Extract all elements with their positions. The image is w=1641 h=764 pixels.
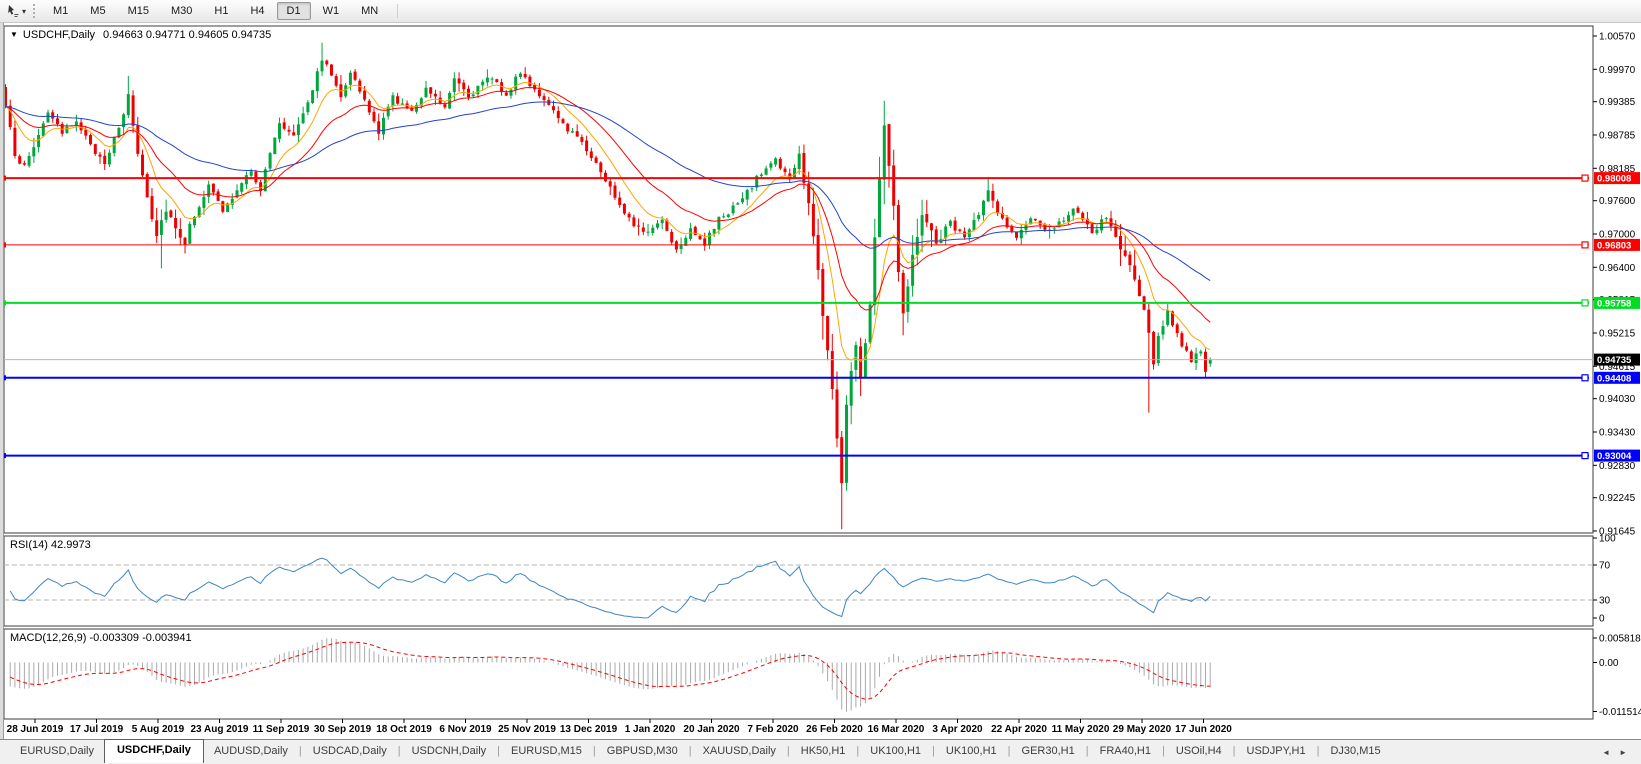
tab-usdjpy-h1[interactable]: USDJPY,H1 <box>1237 740 1316 764</box>
cursor-tool-icon[interactable] <box>4 3 22 19</box>
price-badge-label: 0.94408 <box>1597 373 1631 384</box>
rsi-scale-label: 100 <box>1599 534 1616 545</box>
rsi-scale-label: 30 <box>1599 596 1611 607</box>
chart-tabs: EURUSD,Daily USDCHF,Daily AUDUSD,Daily | USD… <box>0 739 1391 764</box>
date-tick-label: 29 May 2020 <box>1113 724 1172 735</box>
chart-tab-bar: EURUSD,Daily USDCHF,Daily AUDUSD,Daily | USD… <box>0 739 1641 764</box>
hline-right-handle[interactable] <box>1581 452 1589 460</box>
timeframe-button-h4[interactable]: H4 <box>240 2 274 20</box>
tab-usdcnh-daily[interactable]: USDCNH,Daily <box>402 740 497 764</box>
price-tick-label: 0.93430 <box>1599 428 1636 439</box>
tab-eurusd-m15[interactable]: EURUSD,M15 <box>501 740 592 764</box>
date-tick-label: 18 Oct 2019 <box>376 724 432 735</box>
toolbar: ▾ M1 M5 M15 M30 H1 H4 D1 W1 MN <box>0 0 1641 23</box>
price-tick-label: 0.98785 <box>1599 131 1636 142</box>
timeframe-button-w1[interactable]: W1 <box>313 2 350 20</box>
date-tick-label: 11 Sep 2019 <box>253 724 310 735</box>
price-tick-label: 0.96400 <box>1599 263 1636 274</box>
price-tick-label: 0.97000 <box>1599 230 1636 241</box>
rsi-scale-label: 70 <box>1599 561 1611 572</box>
date-tick-label: 25 Nov 2019 <box>498 724 556 735</box>
tab-ger30-h1[interactable]: GER30,H1 <box>1012 740 1085 764</box>
timeframe-button-mn[interactable]: MN <box>351 2 388 20</box>
hline-right-handle[interactable] <box>1581 374 1589 382</box>
tab-xauusd-daily[interactable]: XAUUSD,Daily <box>693 740 786 764</box>
macd-scale-label: 0.005818 <box>1599 634 1641 645</box>
tab-uk100-h1[interactable]: UK100,H1 <box>860 740 931 764</box>
date-tick-label: 3 Apr 2020 <box>932 724 983 735</box>
tab-uk100-h1[interactable]: UK100,H1 <box>936 740 1007 764</box>
tab-hk50-h1[interactable]: HK50,H1 <box>791 740 856 764</box>
date-tick-label: 26 Feb 2020 <box>806 724 863 735</box>
chart-symbol-label: USDCHF,Daily <box>22 29 96 41</box>
timeframe-button-d1[interactable]: D1 <box>276 2 311 20</box>
panel-border <box>3 535 1594 627</box>
rsi-scale-label: 0 <box>1599 614 1605 625</box>
timeframe-buttons: M1 M5 M15 M30 H1 H4 D1 W1 MN <box>42 2 389 20</box>
date-tick-label: 6 Nov 2019 <box>439 724 492 735</box>
date-tick-label: 5 Aug 2019 <box>132 724 185 735</box>
price-tick-label: 0.99385 <box>1599 97 1636 108</box>
chart-ohlc-values: 0.94663 0.94771 0.94605 0.94735 <box>103 29 272 41</box>
price-badge-label: 0.93004 <box>1597 451 1632 462</box>
timeframe-button-h1[interactable]: H1 <box>204 2 238 20</box>
tab-usdcad-daily[interactable]: USDCAD,Daily <box>303 740 397 764</box>
macd-indicator-label: MACD(12,26,9) -0.003309 -0.003941 <box>10 632 192 644</box>
date-tick-label: 17 Jul 2019 <box>70 724 124 735</box>
dropdown-caret-icon[interactable]: ▾ <box>22 7 26 16</box>
hline-right-handle[interactable] <box>1581 174 1589 182</box>
collapse-arrow-icon[interactable]: ▼ <box>10 30 18 39</box>
price-badge-label: 0.95758 <box>1597 298 1631 309</box>
window-left-edge <box>0 22 4 740</box>
date-tick-label: 28 Jun 2019 <box>7 724 64 735</box>
timeframe-button-m30[interactable]: M30 <box>161 2 202 20</box>
timeframe-button-m1[interactable]: M1 <box>43 2 78 20</box>
tab-dj30-m15[interactable]: DJ30,M15 <box>1320 740 1390 764</box>
price-tick-label: 0.92245 <box>1599 493 1636 504</box>
price-badge-label: 0.96803 <box>1597 240 1631 251</box>
tab-usdchf-daily[interactable]: USDCHF,Daily <box>103 739 204 763</box>
date-tick-label: 13 Dec 2019 <box>560 724 618 735</box>
date-tick-label: 1 Jan 2020 <box>625 724 676 735</box>
cursor-arrow-glyph <box>8 5 19 17</box>
timeframe-button-m5[interactable]: M5 <box>80 2 115 20</box>
date-tick-label: 30 Sep 2019 <box>314 724 372 735</box>
rsi-indicator-label: RSI(14) 42.9973 <box>10 539 91 551</box>
macd-scale-label: -0.011514 <box>1599 707 1641 718</box>
date-tick-label: 11 May 2020 <box>1052 724 1110 735</box>
tab-scroll-left-icon[interactable]: ◄ <box>1602 748 1610 757</box>
date-tick-label: 17 Jun 2020 <box>1175 724 1232 735</box>
macd-scale-label: 0.00 <box>1599 658 1619 669</box>
price-tick-label: 0.94030 <box>1599 394 1636 405</box>
price-tick-label: 0.95215 <box>1599 329 1636 340</box>
hline-right-handle[interactable] <box>1581 241 1589 249</box>
date-tick-label: 16 Mar 2020 <box>868 724 925 735</box>
timeframe-button-m15[interactable]: M15 <box>118 2 159 20</box>
chart-title: ▼ USDCHF,Daily 0.94663 0.94771 0.94605 0.9… <box>10 29 271 41</box>
tab-audusd-daily[interactable]: AUDUSD,Daily <box>204 740 298 764</box>
tab-fra40-h1[interactable]: FRA40,H1 <box>1090 740 1161 764</box>
chart-canvas: 1.005700.999700.993850.987850.981850.976… <box>0 23 1641 739</box>
price-tick-label: 0.99970 <box>1599 65 1636 76</box>
price-tick-label: 1.00570 <box>1599 32 1636 43</box>
tab-eurusd-daily[interactable]: EURUSD,Daily <box>10 740 104 764</box>
price-badge-label: 0.98008 <box>1597 174 1631 185</box>
toolbar-drag-handle[interactable] <box>33 4 36 18</box>
date-tick-label: 23 Aug 2019 <box>191 724 249 735</box>
panel-border <box>3 25 1594 534</box>
date-tick-label: 22 Apr 2020 <box>991 724 1047 735</box>
price-badge-label: 0.94735 <box>1597 355 1632 366</box>
tab-scroll-right-icon[interactable]: ► <box>1619 748 1627 757</box>
price-tick-label: 0.97600 <box>1599 196 1636 207</box>
tab-scroll-arrows: ◄ ► <box>1602 740 1627 764</box>
date-tick-label: 20 Jan 2020 <box>683 724 740 735</box>
tab-usoil-h4[interactable]: USOil,H4 <box>1166 740 1232 764</box>
hline-right-handle[interactable] <box>1581 299 1589 307</box>
price-tick-label: 0.92830 <box>1599 461 1636 472</box>
tab-gbpusd-m30[interactable]: GBPUSD,M30 <box>597 740 688 764</box>
toolbar-separator <box>397 4 399 18</box>
date-tick-label: 7 Feb 2020 <box>747 724 799 735</box>
